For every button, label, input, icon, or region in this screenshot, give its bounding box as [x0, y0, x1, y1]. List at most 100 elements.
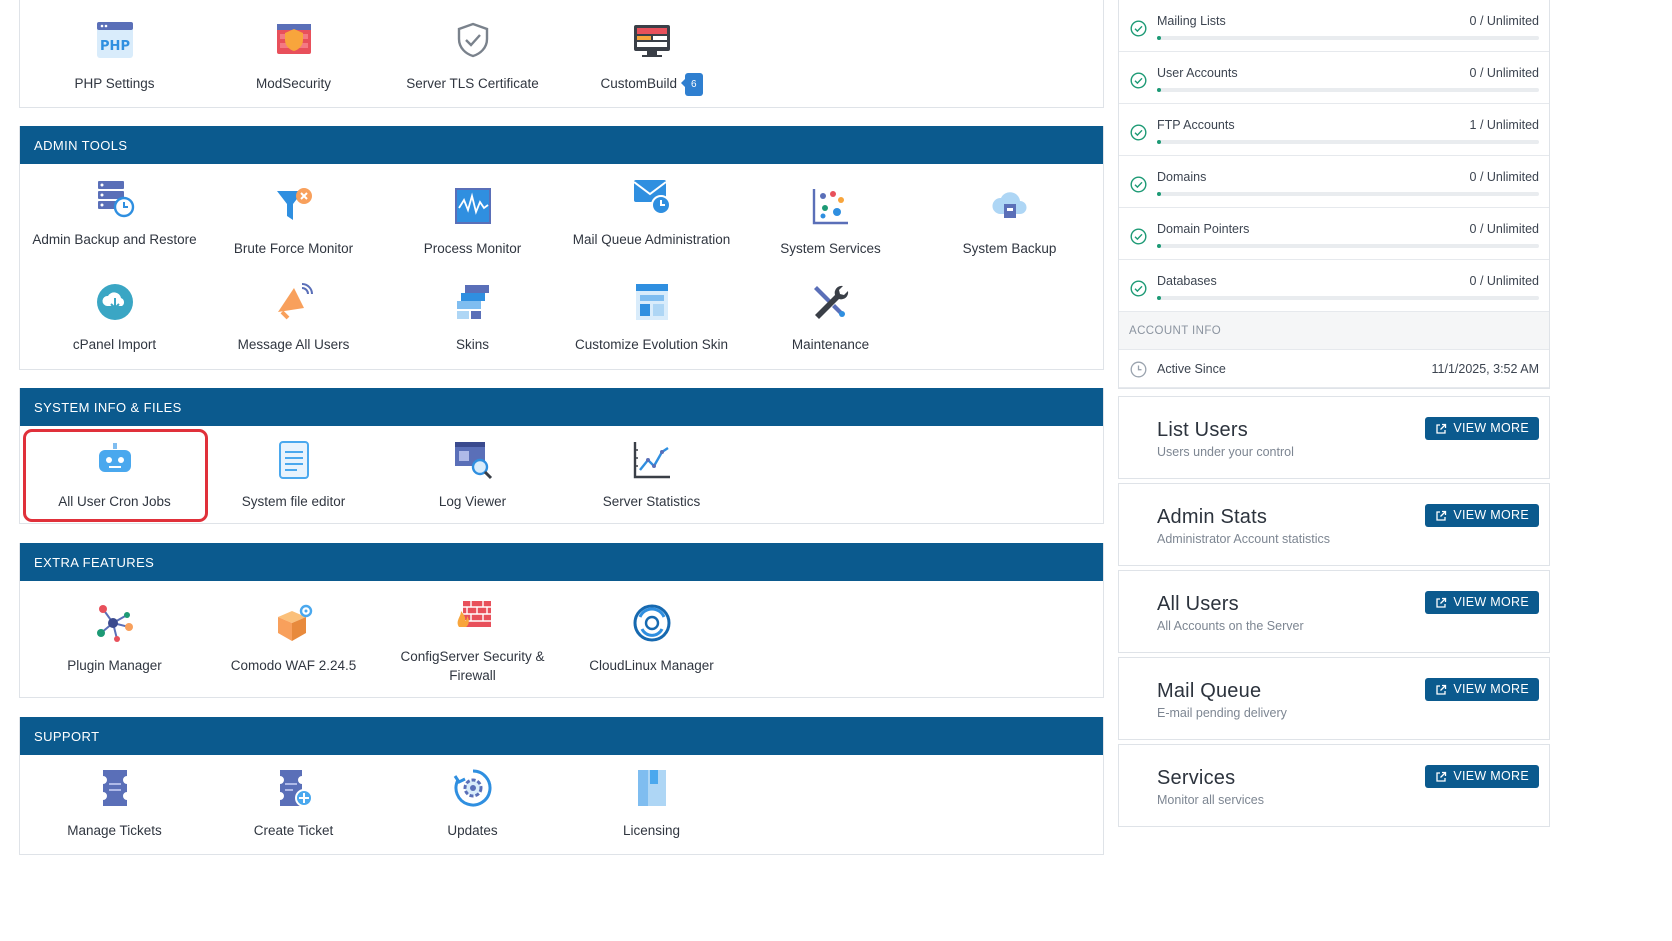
- tile-message-all-users[interactable]: Message All Users: [204, 264, 383, 364]
- usage-row-mailing-lists: Mailing Lists 0 / Unlimited: [1119, 0, 1549, 52]
- cloudlinux-logo-icon: [632, 603, 672, 643]
- refresh-gear-icon: [453, 768, 493, 808]
- tile-label: PHP Settings: [74, 76, 155, 91]
- card-title: All Users: [1157, 593, 1239, 615]
- mail-clock-icon: [632, 176, 672, 216]
- tile-label: Manage Tickets: [67, 823, 162, 838]
- selection-highlight: [23, 429, 208, 522]
- usage-bar: [1157, 244, 1539, 248]
- usage-bar: [1157, 140, 1539, 144]
- tile-comodo-waf[interactable]: Comodo WAF 2.24.5: [204, 581, 383, 693]
- svg-text:PHP: PHP: [100, 39, 130, 54]
- tile-configserver-firewall[interactable]: ConfigServer Security & Firewall: [383, 581, 562, 693]
- check-circle-icon: [1130, 176, 1147, 193]
- tile-server-tls-certificate[interactable]: Server TLS Certificate: [383, 0, 562, 100]
- usage-row-domain-pointers: Domain Pointers 0 / Unlimited: [1119, 208, 1549, 260]
- tile-label: Admin Backup and Restore: [32, 232, 197, 247]
- tile-label: Server Statistics: [602, 494, 701, 509]
- view-more-button[interactable]: VIEW MORE: [1425, 504, 1539, 527]
- card-title: Mail Queue: [1157, 680, 1262, 702]
- tile-label: Customize Evolution Skin: [574, 337, 729, 352]
- megaphone-icon: [274, 282, 314, 322]
- tile-label: Plugin Manager: [67, 658, 162, 673]
- usage-row-ftp-accounts: FTP Accounts 1 / Unlimited: [1119, 104, 1549, 156]
- tile-cpanel-import[interactable]: cPanel Import: [25, 264, 204, 364]
- card-subtitle: Users under your control: [1157, 445, 1294, 459]
- view-more-label: VIEW MORE: [1453, 421, 1529, 435]
- card-subtitle: Administrator Account statistics: [1157, 532, 1330, 546]
- tile-system-file-editor[interactable]: System file editor: [204, 426, 383, 522]
- layers-icon: [453, 282, 493, 322]
- account-info-heading: ACCOUNT INFO: [1119, 312, 1549, 350]
- firewall-shield-icon: [274, 20, 314, 60]
- usage-name: FTP Accounts: [1157, 118, 1235, 132]
- ticket-icon: [95, 768, 135, 808]
- tile-manage-tickets[interactable]: Manage Tickets: [25, 755, 204, 853]
- view-more-label: VIEW MORE: [1453, 595, 1529, 609]
- tile-custombuild[interactable]: CustomBuild 6: [562, 0, 741, 100]
- tile-label: cPanel Import: [72, 337, 157, 352]
- tile-customize-evolution-skin[interactable]: Customize Evolution Skin: [562, 264, 741, 364]
- tile-system-backup[interactable]: System Backup: [920, 164, 1099, 264]
- tile-server-statistics[interactable]: Server Statistics: [562, 426, 741, 522]
- tools-icon: [811, 282, 851, 322]
- tile-updates[interactable]: Updates: [383, 755, 562, 853]
- layout-icon: [632, 282, 672, 322]
- usage-name: Databases: [1157, 274, 1217, 288]
- tile-create-ticket[interactable]: Create Ticket: [204, 755, 383, 853]
- tile-label: Log Viewer: [438, 494, 507, 509]
- tile-mail-queue-administration[interactable]: Mail Queue Administration: [562, 164, 741, 264]
- tile-label: System file editor: [241, 494, 346, 509]
- support-panel: SUPPORT Manage Tickets Create Ticket Upd…: [19, 717, 1104, 855]
- tile-licensing[interactable]: Licensing: [562, 755, 741, 853]
- card-subtitle: Monitor all services: [1157, 793, 1264, 807]
- usage-value: 0 / Unlimited: [1469, 222, 1539, 236]
- brick-firewall-icon: [453, 595, 493, 635]
- usage-fill: [1157, 244, 1161, 248]
- tile-label: Message All Users: [237, 337, 350, 352]
- tile-plugin-manager[interactable]: Plugin Manager: [25, 581, 204, 693]
- usage-value: 1 / Unlimited: [1469, 118, 1539, 132]
- line-chart-icon: [632, 440, 672, 480]
- tile-process-monitor[interactable]: Process Monitor: [383, 164, 562, 264]
- clock-icon: [1130, 361, 1147, 378]
- tile-php-settings[interactable]: PHP PHP Settings: [25, 0, 204, 100]
- card-title: List Users: [1157, 419, 1248, 441]
- card-mail-queue: Mail Queue E-mail pending delivery VIEW …: [1118, 657, 1550, 740]
- tile-label: CloudLinux Manager: [589, 658, 714, 673]
- usage-name: Domains: [1157, 170, 1207, 184]
- tile-brute-force-monitor[interactable]: Brute Force Monitor: [204, 164, 383, 264]
- tile-cloudlinux-manager[interactable]: CloudLinux Manager: [562, 581, 741, 693]
- view-more-label: VIEW MORE: [1453, 682, 1529, 696]
- usage-fill: [1157, 88, 1161, 92]
- view-more-button[interactable]: VIEW MORE: [1425, 678, 1539, 701]
- shield-check-icon: [453, 20, 493, 60]
- license-icon: [632, 768, 672, 808]
- tile-label: ModSecurity: [255, 76, 332, 91]
- active-since-label: Active Since: [1157, 362, 1226, 376]
- tile-modsecurity[interactable]: ModSecurity: [204, 0, 383, 100]
- tile-admin-backup-restore[interactable]: Admin Backup and Restore: [25, 164, 204, 264]
- external-link-icon: [1436, 423, 1447, 434]
- tile-label: Brute Force Monitor: [233, 241, 354, 256]
- check-circle-icon: [1130, 20, 1147, 37]
- tile-maintenance[interactable]: Maintenance: [741, 264, 920, 364]
- view-more-button[interactable]: VIEW MORE: [1425, 765, 1539, 788]
- tile-log-viewer[interactable]: Log Viewer: [383, 426, 562, 522]
- tile-label: Create Ticket: [253, 823, 334, 838]
- tile-label: System Services: [780, 241, 881, 256]
- ticket-add-icon: [274, 768, 314, 808]
- view-more-button[interactable]: VIEW MORE: [1425, 417, 1539, 440]
- tile-label: ConfigServer Security & Firewall: [400, 649, 545, 683]
- cloud-download-icon: [95, 282, 135, 322]
- check-circle-icon: [1130, 280, 1147, 297]
- view-more-label: VIEW MORE: [1453, 769, 1529, 783]
- usage-row-user-accounts: User Accounts 0 / Unlimited: [1119, 52, 1549, 104]
- active-since-row: Active Since 11/1/2025, 3:52 AM: [1119, 350, 1549, 388]
- tile-system-services[interactable]: System Services: [741, 164, 920, 264]
- tile-skins[interactable]: Skins: [383, 264, 562, 364]
- card-services: Services Monitor all services VIEW MORE: [1118, 744, 1550, 827]
- usage-panel: Mailing Lists 0 / Unlimited User Account…: [1118, 0, 1550, 389]
- usage-name: Mailing Lists: [1157, 14, 1226, 28]
- view-more-button[interactable]: VIEW MORE: [1425, 591, 1539, 614]
